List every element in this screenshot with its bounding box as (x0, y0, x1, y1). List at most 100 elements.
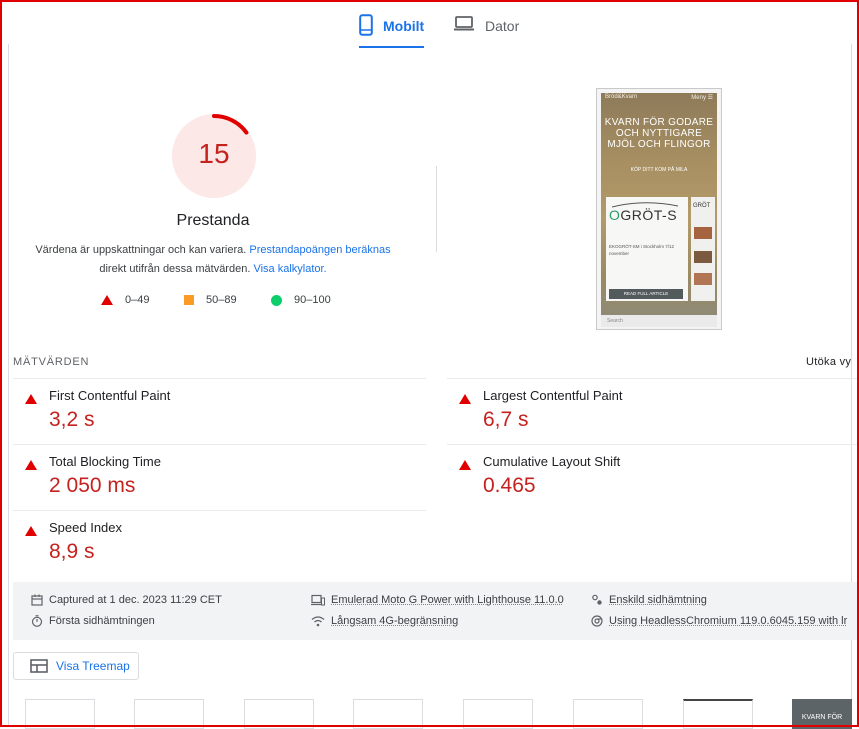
divider (447, 444, 859, 445)
metric-value: 3,2 s (49, 408, 95, 432)
site-menu: Meny ☰ (691, 94, 713, 101)
metric-cls: Cumulative Layout Shift 0.465 (459, 454, 839, 514)
run-info-panel: Captured at 1 dec. 2023 11:29 CET Första… (13, 582, 859, 640)
filmstrip-frame (463, 699, 533, 729)
metric-value: 8,9 s (49, 540, 95, 564)
performance-score-value: 15 (170, 138, 258, 170)
metrics-header: MÄTVÄRDEN (13, 356, 89, 368)
filmstrip-text: KVARN FÖR (802, 714, 842, 721)
filmstrip-frame (683, 699, 753, 729)
average-square-icon (184, 295, 194, 305)
pass-circle-icon (271, 295, 282, 306)
site-header: Bröd&Kvarn Meny ☰ (601, 94, 717, 101)
filmstrip-frame (353, 699, 423, 729)
smartphone-icon (359, 14, 373, 36)
filmstrip-frame (134, 699, 204, 729)
browser-info-text: Using HeadlessChromium 119.0.6045.159 wi… (609, 615, 847, 627)
metric-value: 2 050 ms (49, 474, 135, 498)
metric-label: Speed Index (49, 520, 122, 535)
article-sidebar: GRÖT (691, 197, 715, 301)
metric-value: 0.465 (483, 474, 536, 498)
article-logo: OGRÖT-S (609, 207, 677, 223)
legend-fail: 0–49 (101, 294, 149, 306)
expand-view-toggle[interactable]: Utöka vy (806, 356, 851, 368)
view-treemap-button[interactable]: Visa Treemap (13, 652, 139, 680)
sidebar-thumb (694, 251, 712, 263)
legend-pass: 90–100 (271, 294, 331, 306)
sidebar-thumb (694, 273, 712, 285)
content-border-left (8, 44, 9, 727)
emulated-device-text: Emulerad Moto G Power with Lighthouse 11… (331, 594, 564, 606)
single-load-text: Enskild sidhämtning (609, 594, 707, 606)
perf-desc-text-2: direkt utifrån dessa mätvärden. (99, 263, 250, 275)
first-load: Första sidhämtningen (31, 615, 155, 627)
metric-speed-index: Speed Index 8,9 s (25, 520, 405, 580)
fail-triangle-icon (459, 460, 471, 470)
fail-triangle-icon (25, 460, 37, 470)
tab-mobile-label: Mobilt (383, 14, 424, 34)
perf-desc-text-1: Värdena är uppskattningar och kan varier… (35, 244, 246, 256)
fail-triangle-icon (25, 526, 37, 536)
legend-average: 50–89 (184, 294, 237, 306)
site-cta: KÖP DITT KOM PÅ MILA (601, 167, 717, 173)
devices-icon (311, 594, 325, 606)
laptop-icon (453, 14, 475, 32)
performance-description: Värdena är uppskattningar och kan varier… (13, 241, 413, 279)
divider (13, 378, 426, 379)
article-text: EKOGRÖT-SM i Stockholm 7/12 november (609, 243, 687, 257)
single-load[interactable]: Enskild sidhämtning (591, 594, 707, 606)
network-throttling-text: Långsam 4G-begränsning (331, 615, 458, 627)
divider (13, 444, 426, 445)
article-card: OGRÖT-S EKOGRÖT-SM i Stockholm 7/12 nove… (606, 197, 688, 301)
metric-value: 6,7 s (483, 408, 529, 432)
filmstrip-frame: KVARN FÖR (792, 699, 852, 729)
fail-triangle-icon (25, 394, 37, 404)
emulated-device[interactable]: Emulerad Moto G Power with Lighthouse 11… (311, 594, 564, 606)
wifi-icon (311, 615, 325, 627)
treemap-icon (30, 659, 48, 673)
tab-desktop[interactable]: Dator (453, 14, 519, 48)
legend-pass-label: 90–100 (294, 294, 331, 306)
filmstrip-frame (244, 699, 314, 729)
legend-fail-label: 0–49 (125, 294, 149, 306)
sidebar-thumb (694, 227, 712, 239)
timer-icon (31, 615, 43, 627)
tab-desktop-label: Dator (485, 14, 519, 34)
divider (447, 378, 859, 379)
page-screenshot-thumbnail: Bröd&Kvarn Meny ☰ KVARN FÖR GODARE OCH N… (596, 88, 722, 330)
captured-at-text: Captured at 1 dec. 2023 11:29 CET (49, 594, 222, 606)
view-calculator-link[interactable]: Visa kalkylator. (253, 263, 326, 275)
sidebar-title: GRÖT (693, 203, 710, 209)
metric-label: Cumulative Layout Shift (483, 454, 620, 469)
perf-score-calc-link[interactable]: Prestandapoängen beräknas (249, 244, 390, 256)
metric-label: Largest Contentful Paint (483, 388, 622, 403)
device-tabs: Mobilt Dator (0, 14, 859, 48)
filmstrip-frame (25, 699, 95, 729)
legend-average-label: 50–89 (206, 294, 237, 306)
divider (13, 510, 426, 511)
performance-title: Prestanda (13, 212, 413, 230)
read-article-button: READ FULL ARTICLE (609, 289, 683, 299)
chrome-icon (591, 615, 603, 627)
calendar-icon (31, 594, 43, 606)
captured-at: Captured at 1 dec. 2023 11:29 CET (31, 594, 222, 606)
metric-fcp: First Contentful Paint 3,2 s (25, 388, 405, 448)
site-name: Bröd&Kvarn (605, 94, 637, 101)
single-load-icon (591, 594, 603, 606)
view-treemap-label: Visa Treemap (56, 659, 130, 673)
metric-lcp: Largest Contentful Paint 6,7 s (459, 388, 839, 448)
metric-label: Total Blocking Time (49, 454, 161, 469)
first-load-text: Första sidhämtningen (49, 615, 155, 627)
network-throttling[interactable]: Långsam 4G-begränsning (311, 615, 458, 627)
site-search: Search (607, 318, 623, 324)
metric-tbt: Total Blocking Time 2 050 ms (25, 454, 405, 514)
browser-info[interactable]: Using HeadlessChromium 119.0.6045.159 wi… (591, 615, 847, 627)
filmstrip-frame (573, 699, 643, 729)
section-divider (436, 166, 437, 252)
fail-triangle-icon (459, 394, 471, 404)
site-footer: Search (601, 315, 717, 327)
site-headline: KVARN FÖR GODARE OCH NYTTIGARE MJÖL OCH … (601, 117, 717, 150)
metric-label: First Contentful Paint (49, 388, 170, 403)
tab-mobile[interactable]: Mobilt (359, 14, 424, 48)
fail-triangle-icon (101, 295, 113, 305)
